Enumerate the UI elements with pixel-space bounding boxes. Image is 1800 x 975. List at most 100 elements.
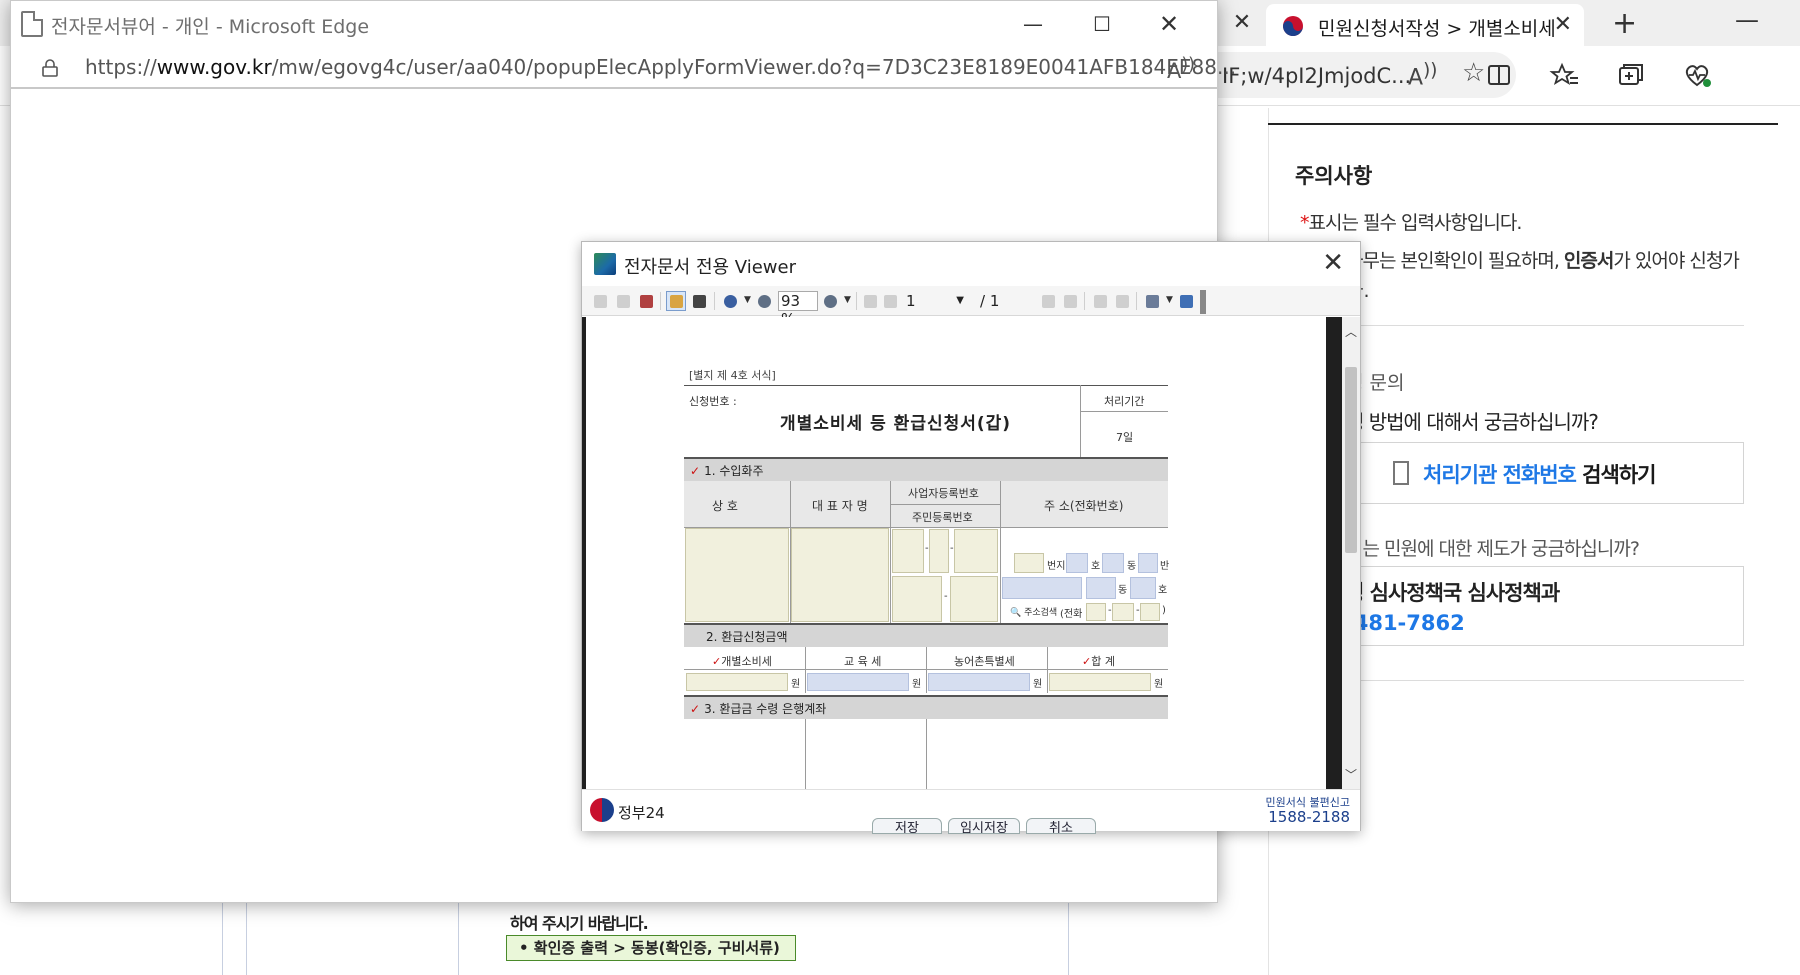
address-search-button[interactable]: 🔍 주소검색 bbox=[1010, 605, 1057, 618]
minimize-icon[interactable]: — bbox=[1735, 6, 1759, 34]
background-url-text[interactable]: IF;w/4pI2JmjodC... bbox=[1222, 64, 1411, 88]
copy-dropdown-arrow[interactable]: ▼ bbox=[1166, 295, 1173, 305]
browser-essentials-icon[interactable] bbox=[1680, 58, 1714, 92]
address-input-2[interactable] bbox=[1066, 553, 1088, 573]
address-input-1[interactable] bbox=[1014, 553, 1044, 573]
read-aloud-icon[interactable]: A)) bbox=[1408, 60, 1437, 90]
read-aloud-icon[interactable]: A)) bbox=[1167, 55, 1195, 83]
form-border bbox=[805, 647, 806, 693]
excise-tax-header: ✓개별소비세 bbox=[712, 653, 772, 669]
resident-number-input-2[interactable] bbox=[950, 576, 998, 622]
address-input-3[interactable] bbox=[1102, 553, 1124, 573]
zoom-field[interactable]: 93 % bbox=[778, 291, 818, 328]
popup-url[interactable]: https://www.gov.kr/mw/egovg4c/user/aa040… bbox=[85, 55, 1236, 79]
required-check-icon: ✓ bbox=[690, 702, 701, 716]
right-panel-top-border bbox=[1268, 123, 1778, 125]
print-certificate-button[interactable]: • 확인증 출력 > 동봉(확인증, 구비서류) bbox=[506, 935, 796, 961]
zoom-tool-icon[interactable] bbox=[720, 291, 740, 311]
scroll-up-icon[interactable]: ︿ bbox=[1344, 323, 1358, 340]
zoom-dropdown-arrow[interactable]: ▼ bbox=[744, 295, 751, 305]
document-canvas[interactable]: [별지 제 4호 서식] 신청번호 : 개별소비세 등 환급신청서(갑) 처리기… bbox=[582, 317, 1342, 789]
phone-input-3[interactable] bbox=[1140, 603, 1160, 621]
address-input-7[interactable] bbox=[1130, 577, 1156, 599]
phone-input-2[interactable] bbox=[1112, 603, 1134, 621]
rural-tax-input[interactable] bbox=[928, 673, 1030, 691]
certificate-note-suffix: 가 있어야 신청가 bbox=[1613, 250, 1739, 272]
resident-number-input-1[interactable] bbox=[892, 576, 942, 622]
save-icon[interactable] bbox=[590, 291, 610, 311]
scrollbar-thumb[interactable] bbox=[1345, 367, 1357, 553]
business-number-input-3[interactable] bbox=[954, 529, 998, 573]
last-page-icon[interactable] bbox=[1060, 291, 1080, 311]
address-input-6[interactable] bbox=[1086, 577, 1116, 599]
page-number-field[interactable]: 1 ▼ bbox=[902, 291, 966, 311]
rural-tax-header: 농어촌특별세 bbox=[954, 655, 1015, 668]
page-total: / 1 bbox=[980, 292, 1000, 310]
temp-save-button[interactable]: 임시저장 bbox=[948, 818, 1020, 834]
address-input-4[interactable] bbox=[1138, 553, 1158, 573]
viewer-close-icon[interactable]: ✕ bbox=[1322, 248, 1344, 278]
viewer-title: 전자문서 전용 Viewer bbox=[624, 257, 796, 278]
next-page-icon[interactable] bbox=[1038, 291, 1058, 311]
search-office-phone-button[interactable]: 처리기관 전화번호 검색하기 bbox=[1296, 442, 1744, 504]
url-prefix: https:// bbox=[85, 55, 157, 79]
form-note: [별지 제 4호 서식] bbox=[689, 369, 776, 382]
processing-label: 처리기간 bbox=[1104, 395, 1145, 408]
prev-page-icon[interactable] bbox=[880, 291, 900, 311]
form-border bbox=[805, 719, 806, 789]
undo-icon[interactable] bbox=[1090, 291, 1110, 311]
form-title: 개별소비세 등 환급신청서(갑) bbox=[780, 414, 1012, 434]
toolbar-divider bbox=[1084, 292, 1085, 310]
split-screen-icon[interactable] bbox=[1482, 58, 1516, 92]
address-input-5[interactable] bbox=[1002, 577, 1082, 599]
copy-icon[interactable] bbox=[1142, 291, 1162, 311]
contact-phone[interactable]: -481-7862 bbox=[1345, 611, 1465, 635]
select-tool-icon[interactable] bbox=[689, 291, 709, 311]
tab-minwon-form[interactable]: 민원신청서작성 > 개별소비세 ✕ bbox=[1266, 4, 1584, 46]
zoom-in-icon[interactable] bbox=[820, 291, 840, 311]
representative-input[interactable] bbox=[791, 528, 889, 622]
popup-address-bar[interactable]: https://www.gov.kr/mw/egovg4c/user/aa040… bbox=[11, 47, 1236, 89]
minimize-icon[interactable]: — bbox=[1013, 9, 1053, 39]
fit-page-icon[interactable] bbox=[1176, 291, 1196, 311]
application-number-label: 신청번호 : bbox=[689, 395, 737, 408]
building-icon bbox=[1393, 461, 1409, 485]
collections-icon[interactable] bbox=[1614, 58, 1648, 92]
section-importer: ✓ 1. 수입화주 bbox=[684, 457, 1168, 481]
zoom-level-dropdown[interactable]: ▼ bbox=[844, 295, 851, 305]
close-icon[interactable]: ✕ bbox=[1149, 9, 1189, 39]
tab-close-icon[interactable]: ✕ bbox=[1554, 12, 1572, 37]
business-number-input-2[interactable] bbox=[929, 529, 949, 573]
viewer-titlebar: 전자문서 전용 Viewer ✕ bbox=[582, 242, 1360, 286]
total-input[interactable] bbox=[1049, 673, 1151, 691]
company-name-input[interactable] bbox=[685, 528, 789, 622]
viewer-scrollbar[interactable]: ︿ ﹀ bbox=[1342, 317, 1360, 789]
previous-tab-close-icon[interactable]: ✕ bbox=[1228, 9, 1256, 37]
education-tax-input[interactable] bbox=[807, 673, 909, 691]
processing-value: 7일 bbox=[1116, 431, 1134, 444]
cancel-button[interactable]: 취소 bbox=[1026, 818, 1096, 834]
redo-icon[interactable] bbox=[1112, 291, 1132, 311]
viewer-toolbar: ▼ 93 % ▼ 1▼ / 1 ▼ bbox=[582, 286, 1360, 328]
phone-input-1[interactable] bbox=[1086, 603, 1106, 621]
first-page-icon[interactable] bbox=[860, 291, 880, 311]
complaint-report-link[interactable]: 민원서식 불편신고 1588-2188 bbox=[1250, 796, 1350, 825]
representative-header: 대 표 자 명 bbox=[812, 499, 868, 513]
new-tab-icon[interactable]: + bbox=[1612, 6, 1637, 41]
favorites-icon[interactable] bbox=[1548, 58, 1582, 92]
address-ho2-label: 호 bbox=[1158, 585, 1168, 596]
maximize-icon[interactable]: ☐ bbox=[1082, 9, 1122, 39]
page-dropdown-arrow[interactable]: ▼ bbox=[956, 291, 964, 311]
scroll-down-icon[interactable]: ﹀ bbox=[1344, 766, 1358, 783]
page-current: 1 bbox=[906, 292, 916, 310]
help-icon[interactable] bbox=[636, 291, 656, 311]
print-icon[interactable] bbox=[613, 291, 633, 311]
business-number-input-1[interactable] bbox=[892, 529, 924, 573]
section-bank-account-label: 3. 환급금 수령 은행계좌 bbox=[704, 702, 827, 716]
excise-tax-input[interactable] bbox=[686, 673, 788, 691]
search-office-phone-blue: 처리기관 전화번호 bbox=[1423, 463, 1577, 487]
save-button[interactable]: 저장 bbox=[872, 818, 942, 834]
hand-tool-icon[interactable] bbox=[666, 291, 686, 311]
required-check-icon: ✓ bbox=[690, 464, 701, 478]
zoom-out-icon[interactable] bbox=[754, 291, 774, 311]
